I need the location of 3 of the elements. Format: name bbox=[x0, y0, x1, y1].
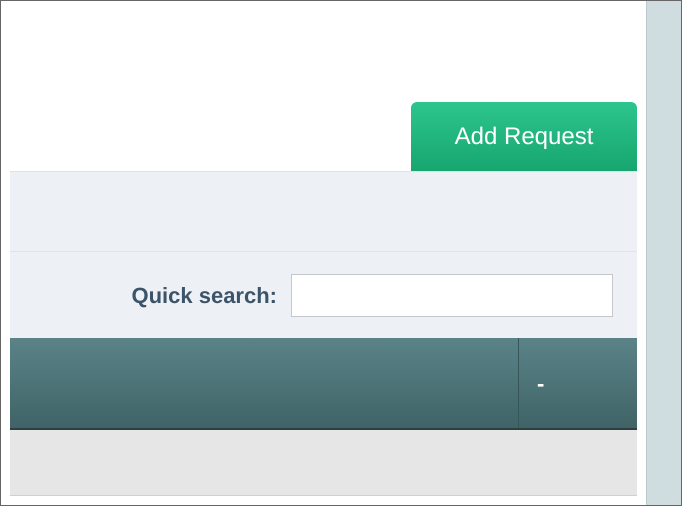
column-header[interactable]: - bbox=[537, 366, 544, 400]
search-label: Quick search: bbox=[131, 282, 277, 310]
search-field[interactable] bbox=[291, 274, 613, 316]
